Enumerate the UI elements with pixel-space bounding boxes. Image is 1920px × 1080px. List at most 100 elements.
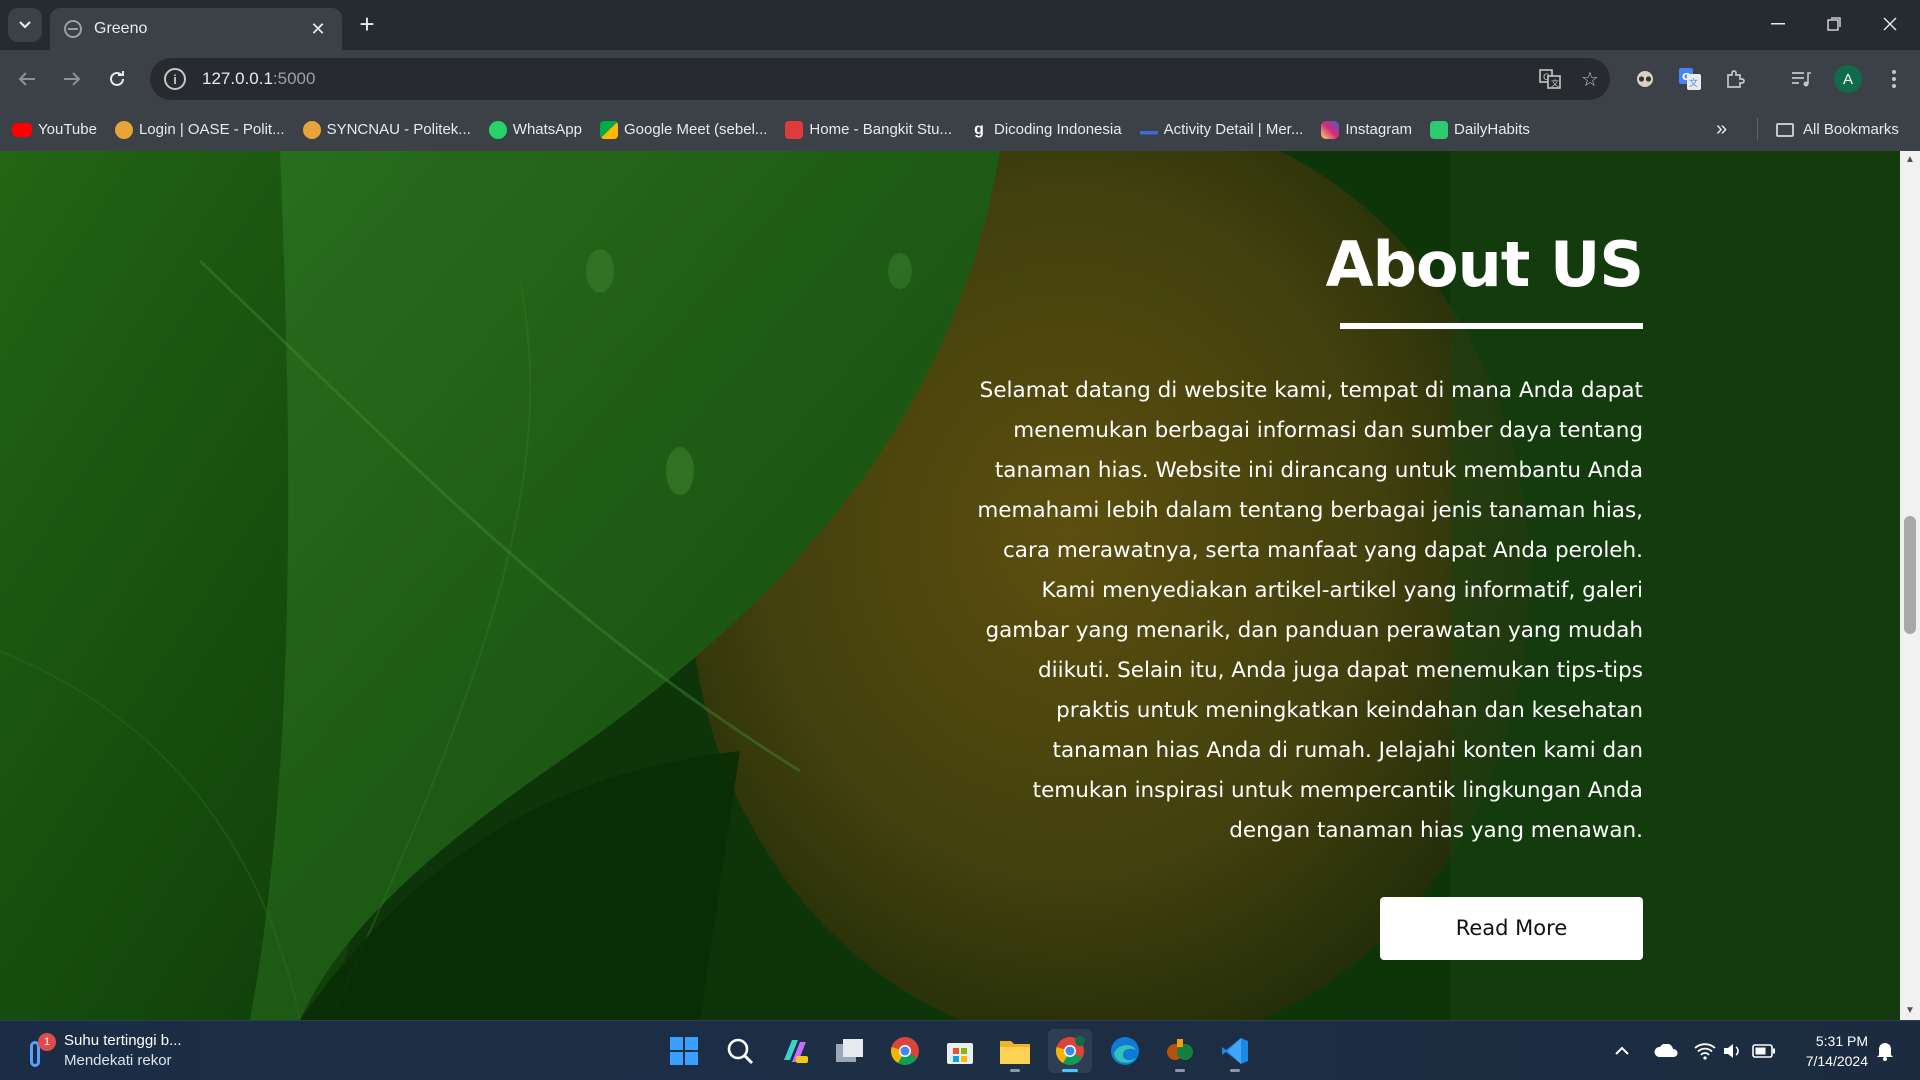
profile-avatar[interactable]: A (1834, 65, 1862, 93)
reload-icon (110, 71, 124, 86)
taskbar-copilot[interactable] (773, 1029, 817, 1073)
forward-button[interactable] (55, 62, 89, 96)
globe-icon (64, 20, 82, 38)
taskbar-search[interactable] (718, 1029, 762, 1073)
svg-text:文: 文 (1551, 78, 1559, 88)
weather-subtitle: Mendekati rekor (64, 1052, 172, 1069)
bookmark-label: WhatsApp (512, 121, 582, 138)
address-bar[interactable]: i 127.0.0.1:5000 G文 ☆ (150, 58, 1610, 100)
thermometer-icon: 1 (24, 1033, 56, 1069)
search-icon (727, 1038, 754, 1065)
scroll-down-arrow-icon[interactable]: ▼ (1900, 1002, 1920, 1020)
bookmark-google-meet[interactable]: Google Meet (sebel... (600, 120, 768, 139)
bookmark-label: SYNCNAU - Politek... (326, 121, 471, 138)
taskbar-chrome[interactable] (883, 1029, 927, 1073)
syncnau-icon (302, 120, 321, 139)
bookmark-star-icon[interactable]: ☆ (1570, 59, 1610, 99)
chrome-profile-icon (1055, 1036, 1085, 1065)
read-more-button[interactable]: Read More (1380, 897, 1643, 960)
edge-icon (1111, 1037, 1139, 1065)
bookmark-dailyhabits[interactable]: DailyHabits (1430, 120, 1530, 139)
page-scrollbar[interactable]: ▲ ▼ (1900, 151, 1920, 1020)
taskbar-edge[interactable] (1103, 1029, 1147, 1073)
bookmark-label: Login | OASE - Polit... (138, 121, 285, 138)
tab-title: Greeno (94, 20, 148, 37)
taskbar-chrome-profile[interactable] (1048, 1029, 1092, 1073)
bookmark-label: DailyHabits (1454, 121, 1530, 138)
arrow-right-icon (64, 72, 81, 86)
bookmark-bangkit[interactable]: Home - Bangkit Stu... (785, 120, 952, 139)
reload-button[interactable] (100, 62, 134, 96)
clock-time: 5:31 PM (1815, 1033, 1868, 1049)
about-paragraph: Selamat datang di website kami, tempat d… (977, 378, 1643, 843)
url-host: 127.0.0.1 (202, 69, 273, 88)
weather-widget[interactable]: 1 Suhu tertinggi b... Mendekati rekor (24, 1031, 182, 1071)
bookmark-dicoding[interactable]: g Dicoding Indonesia (970, 121, 1122, 139)
battery-icon[interactable] (1752, 1021, 1776, 1080)
tray-overflow-icon[interactable] (1614, 1021, 1630, 1080)
bookmark-label: Google Meet (sebel... (624, 121, 768, 138)
wifi-icon[interactable] (1694, 1021, 1716, 1080)
minimize-button[interactable] (1750, 0, 1806, 48)
scroll-thumb[interactable] (1904, 516, 1916, 634)
close-tab-icon[interactable]: ✕ (308, 19, 328, 40)
site-info-icon[interactable]: i (164, 68, 186, 90)
url-port: :5000 (272, 69, 316, 88)
taskbar-store[interactable] (938, 1029, 982, 1073)
bookmark-oase[interactable]: Login | OASE - Polit... (114, 120, 285, 139)
translate-icon[interactable]: G文 (1530, 59, 1570, 99)
bookmark-merdeka[interactable]: Activity Detail | Mer... (1139, 120, 1304, 139)
url-text[interactable]: 127.0.0.1:5000 (202, 69, 1530, 89)
bookmark-label: Instagram (1345, 121, 1413, 138)
windows-start-icon (670, 1037, 698, 1065)
browser-tab[interactable]: Greeno ✕ (50, 8, 342, 50)
close-icon (1883, 17, 1897, 31)
start-button[interactable] (662, 1029, 706, 1073)
svg-text:文: 文 (1689, 77, 1698, 89)
oase-icon (114, 120, 133, 139)
bookmark-syncnau[interactable]: SYNCNAU - Politek... (302, 120, 471, 139)
google-meet-icon (600, 120, 618, 139)
system-clock[interactable]: 5:31 PM 7/14/2024 (1794, 1031, 1868, 1071)
scroll-up-arrow-icon[interactable]: ▲ (1900, 151, 1920, 169)
bookmark-label: Home - Bangkit Stu... (809, 121, 952, 138)
bookmarks-bar: YouTube Login | OASE - Polit... SYNCNAU … (0, 108, 1920, 151)
tab-strip: Greeno ✕ + (0, 0, 1920, 50)
vscode-icon (1222, 1038, 1248, 1064)
incognito-extension-icon[interactable] (1628, 62, 1662, 96)
bookmark-label: Dicoding Indonesia (993, 121, 1122, 138)
close-window-button[interactable] (1862, 0, 1918, 48)
tab-search-button[interactable] (8, 8, 42, 42)
taskbar-xampp[interactable] (1158, 1029, 1202, 1073)
arrow-left-icon (18, 72, 35, 86)
windows-taskbar: 1 Suhu tertinggi b... Mendekati rekor 5:… (0, 1020, 1920, 1080)
google-translate-icon[interactable]: G文 (1673, 62, 1707, 96)
all-bookmarks-button[interactable]: All Bookmarks (1776, 108, 1899, 151)
extensions-icon[interactable] (1718, 62, 1752, 96)
title-underline (1340, 323, 1643, 329)
onedrive-icon[interactable] (1654, 1021, 1678, 1080)
bookmarks-divider (1757, 118, 1758, 140)
notification-badge: 1 (38, 1033, 56, 1051)
about-section: About US Selamat datang di website kami,… (963, 151, 1644, 960)
kebab-menu-icon[interactable] (1877, 62, 1911, 96)
bookmark-instagram[interactable]: Instagram (1321, 120, 1413, 139)
minimize-icon (1771, 23, 1785, 25)
bookmark-youtube[interactable]: YouTube (12, 121, 97, 138)
back-button[interactable] (10, 62, 44, 96)
folder-icon (1776, 122, 1794, 137)
volume-icon[interactable] (1722, 1021, 1744, 1080)
restore-button[interactable] (1806, 0, 1862, 48)
bookmark-label: Activity Detail | Mer... (1163, 121, 1304, 138)
notification-bell-icon[interactable] (1876, 1021, 1894, 1080)
more-bookmarks-icon[interactable]: » (1716, 118, 1727, 141)
taskbar-file-explorer[interactable] (993, 1029, 1037, 1073)
bookmark-whatsapp[interactable]: WhatsApp (488, 120, 582, 139)
taskbar-vscode[interactable] (1213, 1029, 1257, 1073)
youtube-icon (12, 122, 32, 137)
bangkit-icon (785, 120, 804, 139)
media-controls-icon[interactable] (1784, 62, 1818, 96)
all-bookmarks-label: All Bookmarks (1803, 121, 1899, 138)
taskbar-task-view[interactable] (828, 1029, 872, 1073)
new-tab-button[interactable]: + (352, 10, 382, 40)
